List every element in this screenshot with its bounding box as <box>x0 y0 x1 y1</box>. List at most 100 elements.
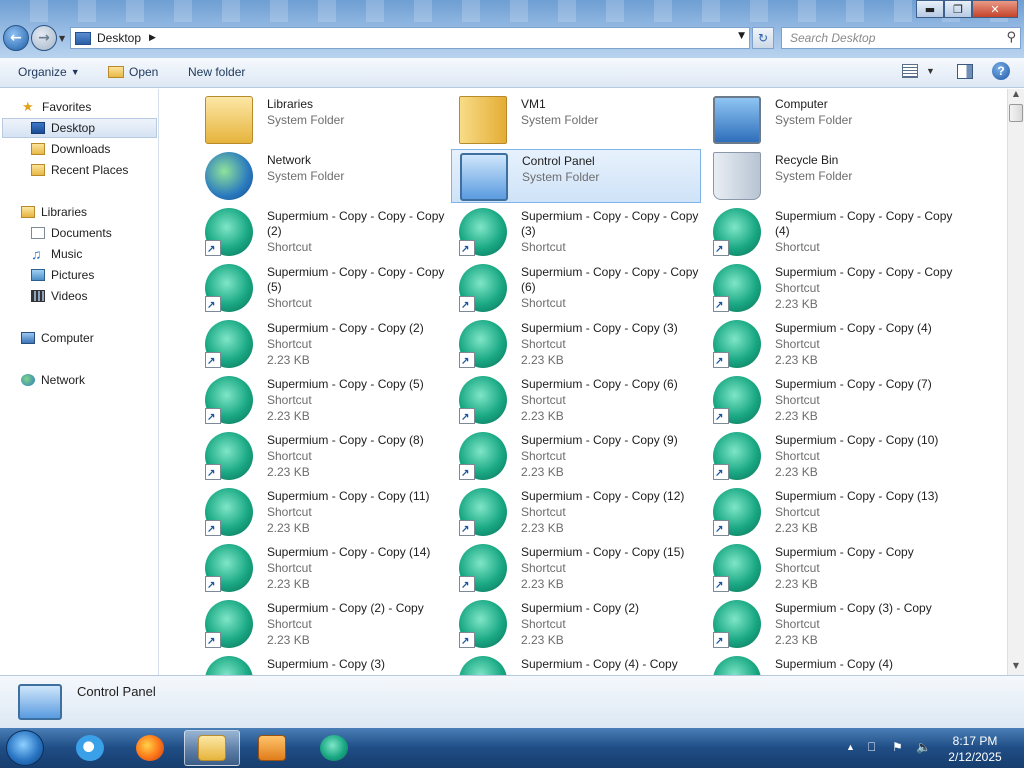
taskbar-supermium[interactable] <box>306 730 362 766</box>
action-center-flag-icon[interactable]: ⚑ <box>892 740 903 754</box>
taskbar-firefox[interactable] <box>122 730 178 766</box>
file-item[interactable]: ↗ Supermium - Copy - Copy (10) Shortcut 2.2… <box>705 429 955 483</box>
file-item[interactable]: ↗ Supermium - Copy - Copy (12) Shortcut 2.2… <box>451 485 701 539</box>
sidebar-item-videos[interactable]: Videos <box>31 286 87 306</box>
file-item[interactable]: ↗ Supermium - Copy - Copy (4) Shortcut 2.23… <box>705 317 955 371</box>
file-item[interactable]: ↗ Supermium - Copy - Copy (13) Shortcut 2.2… <box>705 485 955 539</box>
sidebar-item-desktop[interactable]: Desktop <box>2 118 157 138</box>
supermium-shortcut-icon: ↗ <box>713 376 761 424</box>
address-bar[interactable]: Desktop ▶ ▼ <box>70 27 750 49</box>
sidebar-item-network[interactable]: Network <box>21 370 85 390</box>
breadcrumb-chevron-icon[interactable]: ▶ <box>149 33 156 43</box>
shortcut-arrow-icon: ↗ <box>207 580 216 591</box>
file-item[interactable]: ↗ Supermium - Copy - Copy - Copy (3) Short… <box>451 205 701 259</box>
file-size: 2.23 KB <box>775 577 818 591</box>
vertical-scrollbar[interactable]: ▲ ▼ <box>1007 89 1024 675</box>
file-size: 2.23 KB <box>521 521 564 535</box>
supermium-shortcut-icon: ↗ <box>713 488 761 536</box>
taskbar-media-player[interactable] <box>244 730 300 766</box>
sidebar-item-downloads[interactable]: Downloads <box>31 139 110 159</box>
address-path[interactable]: Desktop <box>97 31 141 45</box>
file-item[interactable]: ↗ Supermium - Copy (2) Shortcut 2.23 KB <box>451 597 701 651</box>
file-item[interactable]: ↗ Supermium - Copy (4) - Copy <box>451 653 701 675</box>
sidebar-item-favorites[interactable]: ★ Favorites <box>22 97 91 117</box>
network-tray-icon[interactable]: ⎕ <box>868 740 875 755</box>
new-folder-button[interactable]: New folder <box>188 65 245 79</box>
show-hidden-icons-icon[interactable]: ▲ <box>846 742 855 752</box>
file-name: Supermium - Copy (2) - Copy <box>267 601 424 615</box>
file-item[interactable]: ↗ Supermium - Copy - Copy - Copy (5) Short… <box>197 261 447 315</box>
maximize-button[interactable]: ❐ <box>944 0 972 18</box>
scroll-up-icon[interactable]: ▲ <box>1008 89 1024 103</box>
file-item[interactable]: ↗ Supermium - Copy - Copy (11) Shortcut 2.2… <box>197 485 447 539</box>
file-name: Supermium - Copy - Copy - Copy (2) <box>267 209 445 238</box>
file-type: Shortcut <box>267 337 312 351</box>
file-item[interactable]: Control Panel System Folder <box>451 149 701 203</box>
file-item[interactable]: Network System Folder <box>197 149 447 203</box>
taskbar-windows-explorer[interactable] <box>184 730 240 766</box>
control-panel-icon <box>18 684 62 720</box>
file-item[interactable]: VM1 System Folder <box>451 93 701 147</box>
address-dropdown-icon[interactable]: ▼ <box>738 31 745 41</box>
supermium-shortcut-icon: ↗ <box>459 376 507 424</box>
file-item[interactable]: ↗ Supermium - Copy - Copy (3) Shortcut 2.23… <box>451 317 701 371</box>
file-item[interactable]: ↗ Supermium - Copy - Copy (2) Shortcut 2.23… <box>197 317 447 371</box>
file-item[interactable]: ↗ Supermium - Copy - Copy (7) Shortcut 2.23… <box>705 373 955 427</box>
shortcut-arrow-icon: ↗ <box>715 468 724 479</box>
file-item[interactable]: Recycle Bin System Folder <box>705 149 955 203</box>
back-button[interactable]: ← <box>3 25 29 51</box>
search-input[interactable]: Search Desktop ⚲ <box>781 27 1021 49</box>
file-item[interactable]: ↗ Supermium - Copy - Copy (8) Shortcut 2.23… <box>197 429 447 483</box>
search-icon[interactable]: ⚲ <box>1006 30 1016 45</box>
sidebar-item-computer[interactable]: Computer <box>21 328 94 348</box>
sidebar-item-label: Network <box>41 373 86 387</box>
file-item[interactable]: ↗ Supermium - Copy (2) - Copy Shortcut 2.23… <box>197 597 447 651</box>
file-type: Shortcut <box>775 449 820 463</box>
organize-button[interactable]: Organize ▼ <box>18 65 80 79</box>
file-name: Supermium - Copy - Copy (12) <box>521 489 685 503</box>
file-item[interactable]: ↗ Supermium - Copy - Copy (5) Shortcut 2.23… <box>197 373 447 427</box>
close-button[interactable]: ✕ <box>972 0 1018 18</box>
file-item[interactable]: ↗ Supermium - Copy - Copy - Copy (4) Short… <box>705 205 955 259</box>
file-item[interactable]: Computer System Folder <box>705 93 955 147</box>
file-item[interactable]: ↗ Supermium - Copy - Copy (6) Shortcut 2.23… <box>451 373 701 427</box>
supermium-shortcut-icon: ↗ <box>205 376 253 424</box>
sidebar-item-documents[interactable]: Documents <box>31 223 112 243</box>
preview-pane-button[interactable] <box>957 64 973 79</box>
file-item[interactable]: ↗ Supermium - Copy - Copy (15) Shortcut 2.2… <box>451 541 701 595</box>
sidebar-item-music[interactable]: ♫ Music <box>31 244 82 264</box>
sidebar-item-libraries[interactable]: Libraries <box>21 202 87 222</box>
volume-muted-icon[interactable]: 🔈 <box>916 740 931 754</box>
file-item[interactable]: Libraries System Folder <box>197 93 447 147</box>
sidebar-item-pictures[interactable]: Pictures <box>31 265 94 285</box>
file-item[interactable]: ↗ Supermium - Copy - Copy - Copy Shortcut 2… <box>705 261 955 315</box>
scroll-down-icon[interactable]: ▼ <box>1008 661 1024 675</box>
file-item[interactable]: ↗ Supermium - Copy (4) <box>705 653 955 675</box>
scrollbar-thumb[interactable] <box>1009 104 1023 122</box>
refresh-button[interactable]: ↻ <box>752 27 774 49</box>
file-item[interactable]: ↗ Supermium - Copy - Copy (9) Shortcut 2.23… <box>451 429 701 483</box>
supermium-shortcut-icon: ↗ <box>205 488 253 536</box>
taskbar-internet-explorer[interactable] <box>62 730 118 766</box>
start-button[interactable] <box>6 730 44 766</box>
change-view-button[interactable]: ▼ <box>902 64 935 78</box>
file-item[interactable]: ↗ Supermium - Copy - Copy Shortcut 2.23 KB <box>705 541 955 595</box>
file-item[interactable]: ↗ Supermium - Copy - Copy - Copy (2) Short… <box>197 205 447 259</box>
file-item[interactable]: ↗ Supermium - Copy - Copy (14) Shortcut 2.2… <box>197 541 447 595</box>
file-item[interactable]: ↗ Supermium - Copy - Copy - Copy (6) Short… <box>451 261 701 315</box>
file-type: Shortcut <box>521 561 566 575</box>
file-item[interactable]: ↗ Supermium - Copy (3) <box>197 653 447 675</box>
videos-icon <box>31 290 45 302</box>
open-button[interactable]: Open <box>108 65 158 79</box>
clock[interactable]: 8:17 PM 2/12/2025 <box>935 733 1015 765</box>
supermium-shortcut-icon: ↗ <box>205 320 253 368</box>
supermium-shortcut-icon: ↗ <box>713 600 761 648</box>
file-item[interactable]: ↗ Supermium - Copy (3) - Copy Shortcut 2.23… <box>705 597 955 651</box>
help-button[interactable]: ? <box>992 62 1010 80</box>
minimize-button[interactable]: ▬ <box>916 0 944 18</box>
sidebar-item-recent-places[interactable]: Recent Places <box>31 160 128 180</box>
file-type: Shortcut <box>775 337 820 351</box>
forward-button[interactable]: → <box>31 25 57 51</box>
command-bar: Organize ▼ Open New folder ▼ ? <box>0 58 1024 88</box>
recent-pages-dropdown[interactable]: ▼ <box>59 34 65 43</box>
